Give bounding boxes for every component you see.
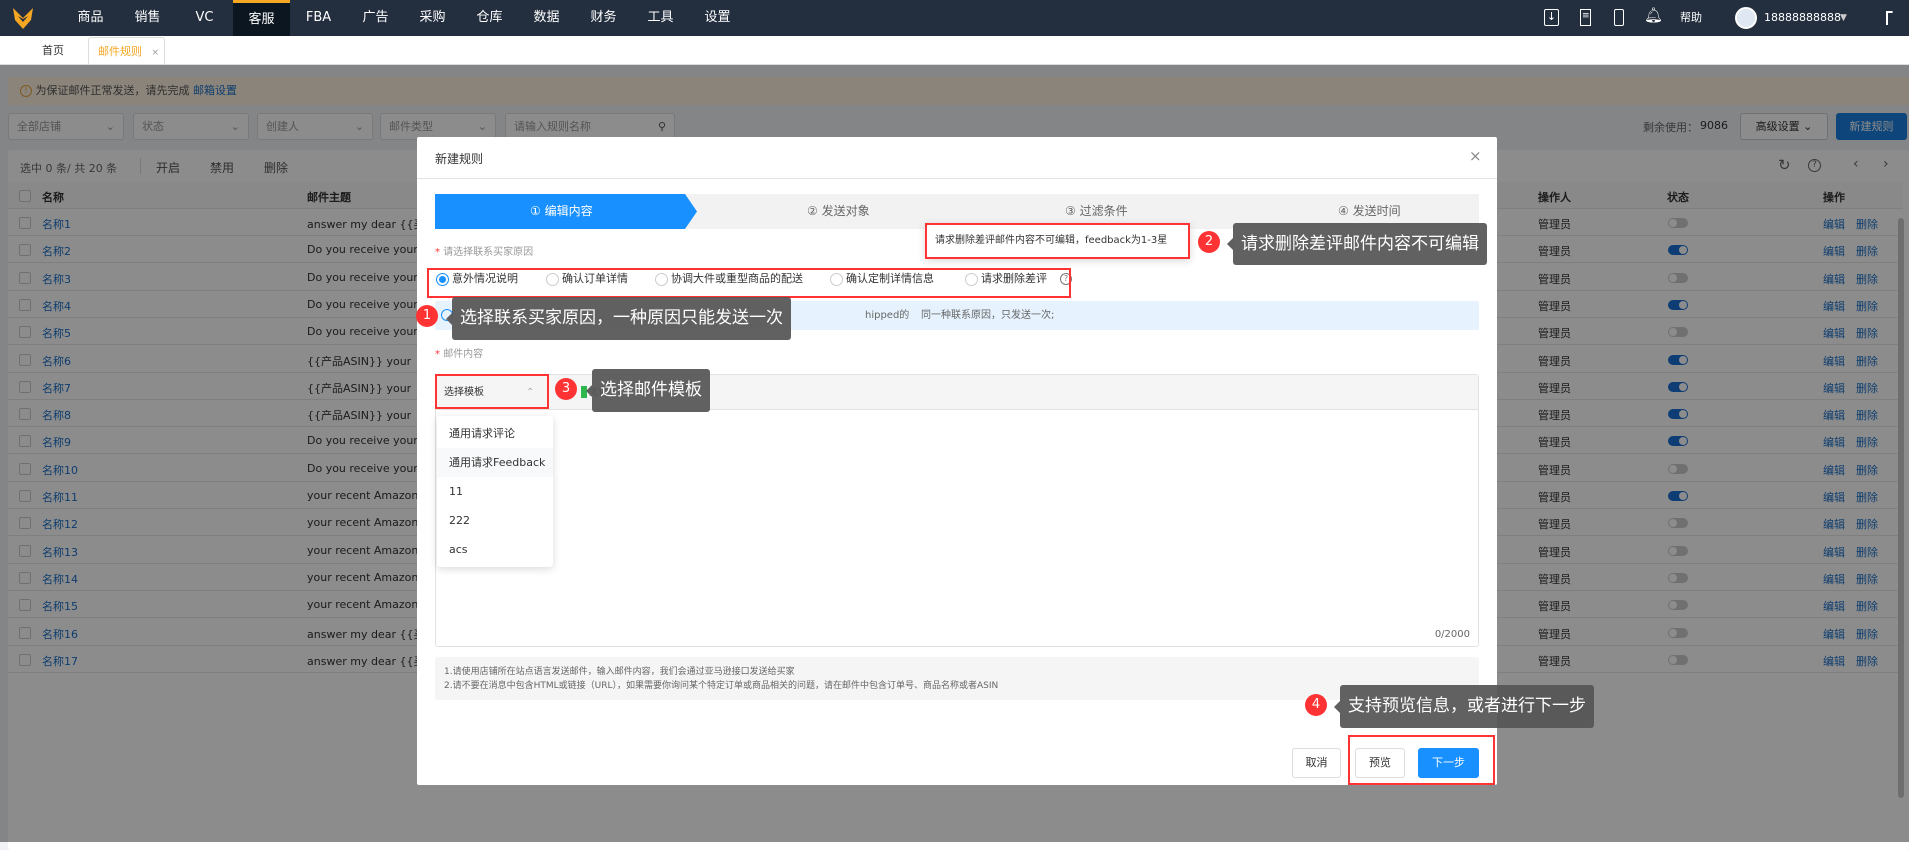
- cancel-button[interactable]: 取消: [1292, 748, 1341, 778]
- reason-label: * 请选择联系买家原因: [435, 247, 534, 258]
- nav-item[interactable]: 财务: [575, 0, 632, 36]
- annotation-badge-1: 1: [416, 305, 438, 327]
- template-dropdown: 通用请求评论 通用请求Feedback 11 222 acs: [437, 416, 553, 567]
- tab-bar: 首页 邮件规则 ×: [0, 36, 1909, 65]
- info-text-left: hipped的: [865, 310, 910, 321]
- template-option[interactable]: 11: [437, 477, 553, 506]
- tip-line: 1.请使用店铺所在站点语言发送邮件，输入邮件内容，我们会通过亚马逊接口发送给买家: [444, 667, 795, 677]
- nav-item[interactable]: 广告: [347, 0, 404, 36]
- tip-line: 2.请不要在消息中包含HTML或链接（URL），如果需要你询问某个特定订单或商品…: [444, 681, 999, 691]
- step-edit-content[interactable]: ① 编辑内容: [530, 194, 593, 229]
- nav-item[interactable]: 仓库: [461, 0, 518, 36]
- mobile-icon[interactable]: [1614, 9, 1624, 26]
- template-option[interactable]: 222: [437, 506, 553, 535]
- annotation-box-buttons: [1348, 735, 1495, 785]
- nav-item[interactable]: 工具: [632, 0, 689, 36]
- nav-item[interactable]: 采购: [404, 0, 461, 36]
- top-nav: 商品 销售 VC 客服 FBA 广告 采购 仓库 数据 财务 工具 设置 ↓ ≡ 🔔︎ 帮助 1888…: [0, 0, 1909, 36]
- template-option[interactable]: acs: [437, 535, 553, 564]
- remove-review-popover: 请求删除差评邮件内容不可编辑，feedback为1-3星: [925, 223, 1190, 259]
- char-counter: 0/2000: [1434, 629, 1470, 640]
- close-tab-icon[interactable]: ×: [152, 48, 160, 58]
- annotation-callout-3: 选择邮件模板: [586, 369, 710, 412]
- step-send-target[interactable]: ② 发送对象: [807, 194, 870, 229]
- mail-content-editor[interactable]: 选择模板⌃ 优化 0/2000: [435, 374, 1479, 647]
- annotation-badge-3: 3: [555, 378, 577, 400]
- content-label: * 邮件内容: [435, 349, 484, 360]
- download-icon[interactable]: ↓: [1544, 9, 1559, 26]
- tab-mail-rules[interactable]: 邮件规则 ×: [88, 37, 165, 65]
- template-option[interactable]: 通用请求评论: [437, 419, 553, 448]
- add-document-icon[interactable]: ≡: [1580, 9, 1591, 26]
- avatar[interactable]: [1735, 7, 1757, 29]
- divider: [417, 178, 1497, 179]
- nav-item[interactable]: VC: [176, 0, 233, 36]
- user-phone[interactable]: 18888888888: [1764, 0, 1841, 36]
- info-text-right: 同一种联系原因，只发送一次;: [921, 310, 1055, 321]
- tips-box: 1.请使用店铺所在站点语言发送邮件，输入邮件内容，我们会通过亚马逊接口发送给买家…: [435, 657, 1479, 700]
- caret-down-icon[interactable]: ▼: [1840, 0, 1847, 37]
- annotation-callout-4: 支持预览信息，或者进行下一步: [1334, 685, 1594, 728]
- tab-home[interactable]: 首页: [42, 37, 64, 65]
- tab-label: 邮件规则: [98, 45, 142, 58]
- nav-item[interactable]: 客服: [233, 0, 290, 36]
- annotation-callout-2: 请求删除差评邮件内容不可编辑: [1227, 223, 1487, 265]
- annotation-box-reasons: [427, 268, 1071, 298]
- annotation-badge-2: 2: [1198, 231, 1220, 253]
- nav-item[interactable]: 销售: [119, 0, 176, 36]
- dialog-title: 新建规则: [435, 152, 484, 166]
- nav-item[interactable]: FBA: [290, 0, 347, 36]
- annotation-badge-4: 4: [1305, 694, 1327, 716]
- logo-icon: [13, 8, 33, 29]
- template-option[interactable]: 通用请求Feedback: [437, 448, 553, 477]
- nav-item[interactable]: 设置: [689, 0, 746, 36]
- fullscreen-icon[interactable]: [1886, 11, 1893, 25]
- nav-item[interactable]: 商品: [62, 0, 119, 36]
- close-icon[interactable]: ×: [1469, 147, 1482, 165]
- annotation-callout-1: 选择联系买家原因，一种原因只能发送一次: [446, 297, 791, 340]
- help-link[interactable]: 帮助: [1680, 0, 1702, 36]
- bell-icon[interactable]: 🔔︎: [1644, 6, 1663, 24]
- content-label-text: 邮件内容: [443, 349, 484, 360]
- reason-label-text: 请选择联系买家原因: [443, 247, 534, 258]
- nav-item[interactable]: 数据: [518, 0, 575, 36]
- annotation-box-template: [435, 374, 549, 409]
